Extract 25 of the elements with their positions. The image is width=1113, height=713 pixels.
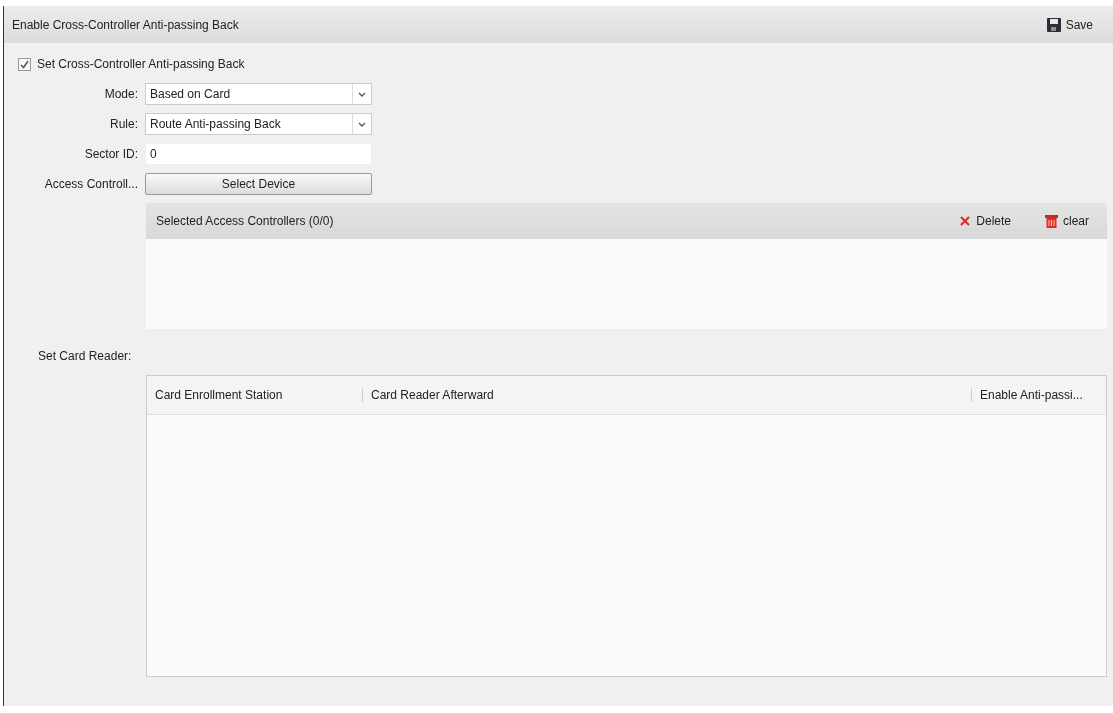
sector-id-field[interactable]: 0: [145, 143, 372, 165]
field-label: Mode:: [103, 87, 138, 101]
checkmark-icon: [20, 59, 29, 69]
field-label: Access Controll...: [43, 177, 138, 191]
close-icon: [959, 215, 972, 227]
section-label: Set Card Reader:: [37, 348, 133, 365]
clear-button[interactable]: clear: [1041, 212, 1093, 230]
checkbox[interactable]: [18, 57, 31, 71]
delete-button[interactable]: Delete: [955, 212, 1015, 230]
dropdown[interactable]: Route Anti-passing Back: [145, 113, 372, 135]
chevron-down-icon: [358, 121, 366, 127]
save-button[interactable]: Save: [1042, 15, 1097, 34]
list-title: Selected Access Controllers (0/0): [156, 214, 334, 228]
dropdown[interactable]: Based on Card: [145, 83, 372, 105]
field-label: Rule:: [109, 117, 138, 131]
chevron-down-icon: [358, 91, 366, 97]
anti-passback-checkbox[interactable]: Set Cross-Controller Anti-passing Back: [10, 51, 1107, 77]
column-header: Card Reader Afterward: [362, 388, 971, 402]
panel-title: Enable Cross-Controller Anti-passing Back: [12, 17, 239, 32]
select-device-button[interactable]: Select Device: [145, 173, 372, 195]
trash-icon: [1045, 214, 1058, 228]
column-header: Enable Anti-passi...: [971, 388, 1106, 402]
field-label: Sector ID:: [83, 147, 138, 161]
checkbox-label: Set Cross-Controller Anti-passing Back: [37, 57, 245, 71]
column-header: Card Enrollment Station: [154, 388, 284, 402]
